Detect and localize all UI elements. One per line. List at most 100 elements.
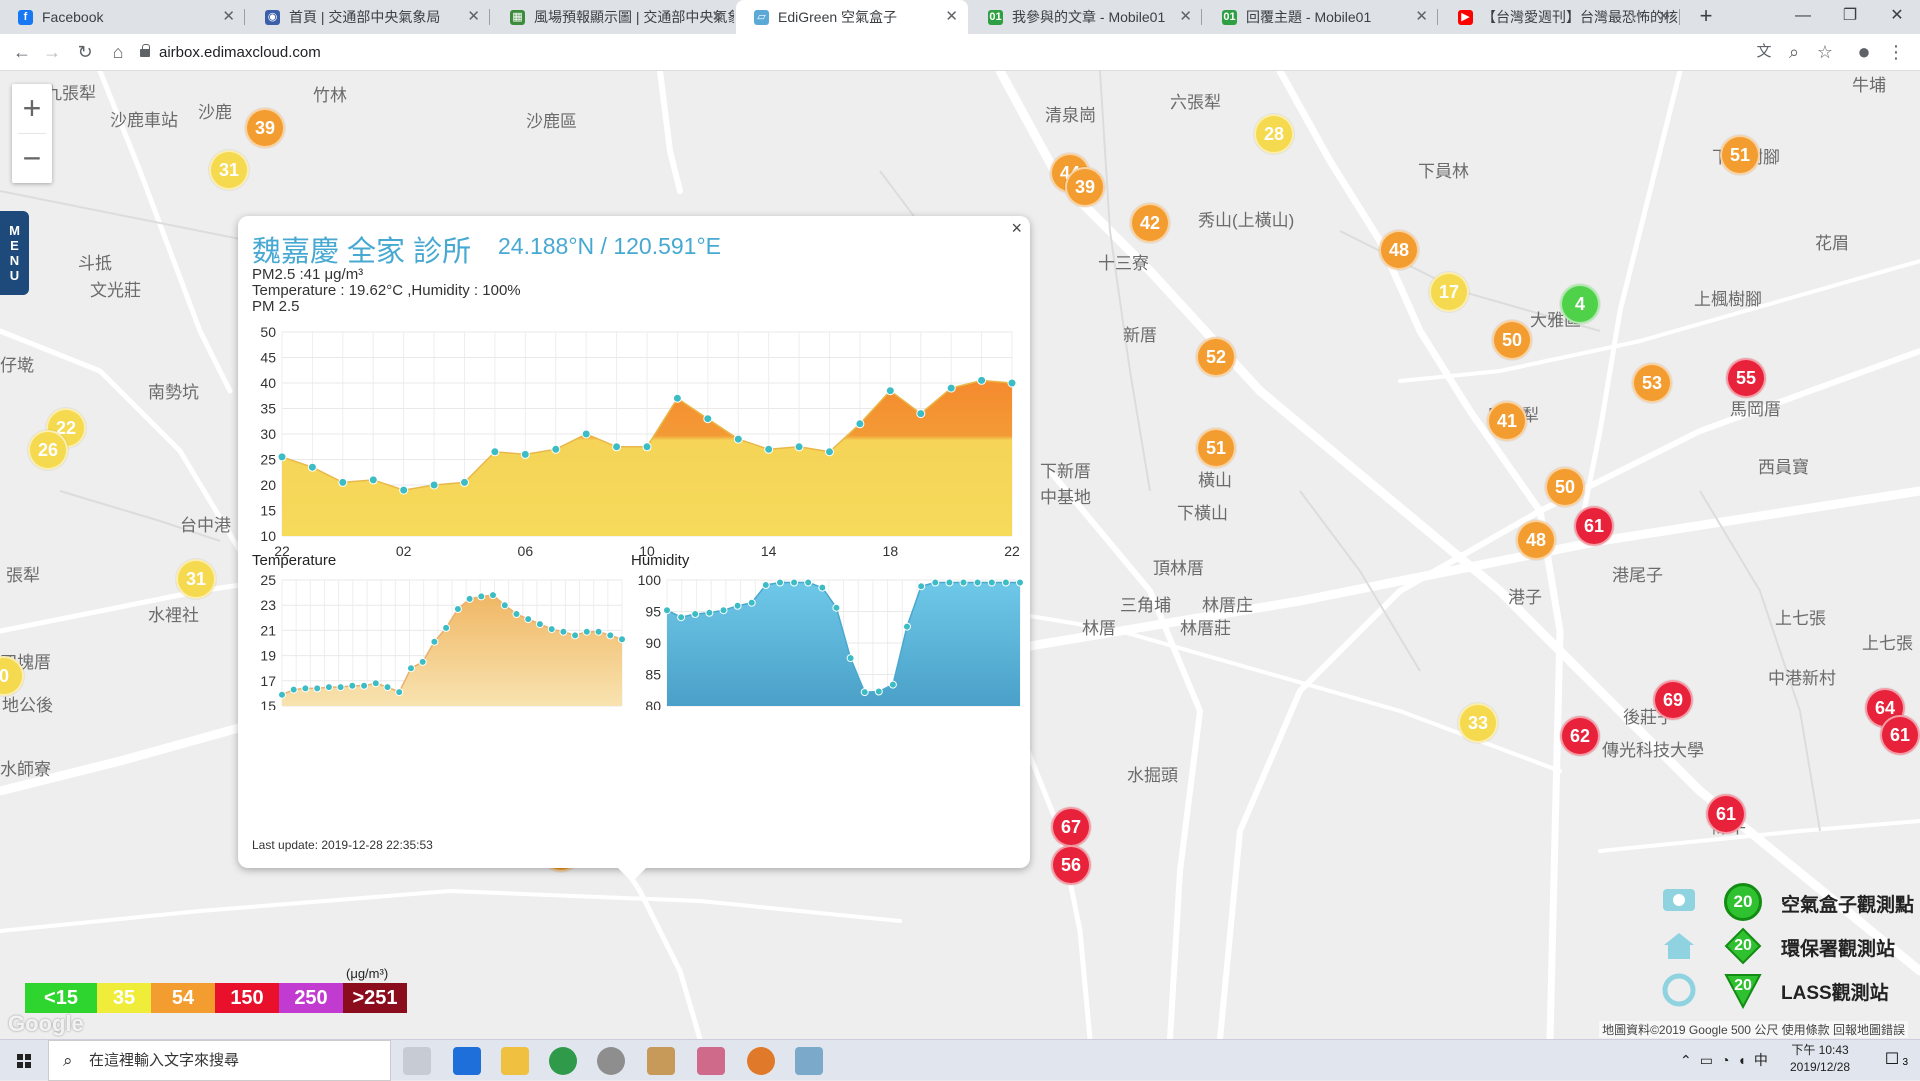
- close-tab-icon[interactable]: ✕: [1179, 0, 1192, 34]
- windows-start-icon[interactable]: [0, 1040, 48, 1081]
- data-point: [860, 688, 869, 697]
- map-attribution[interactable]: 地圖資料©2019 Google 500 公尺 使用條款 回報地圖錯誤: [1599, 1021, 1908, 1038]
- notification-center-icon[interactable]: ☐ 3: [1880, 1048, 1908, 1072]
- airbox-marker[interactable]: 39: [245, 108, 285, 148]
- pm25-reading: PM2.5 :41 μg/m³: [252, 266, 364, 283]
- airbox-station-icon: [1663, 889, 1695, 911]
- app-icon-2[interactable]: [647, 1047, 675, 1075]
- browser-tab[interactable]: 01 回覆主題 - Mobile01 ✕: [1204, 0, 1438, 34]
- place-label: 水裡社: [148, 606, 199, 625]
- close-tab-icon[interactable]: ✕: [467, 0, 480, 34]
- chrome-icon[interactable]: [549, 1047, 577, 1075]
- station-name: 魏嘉慶 全家 診所: [252, 236, 472, 268]
- aqi-legend-segment: <15: [25, 983, 97, 1013]
- airbox-marker[interactable]: 26: [28, 430, 68, 470]
- airbox-marker[interactable]: 41: [1487, 401, 1527, 441]
- edge-icon[interactable]: [453, 1047, 481, 1075]
- bookmark-star-icon[interactable]: ☆: [1813, 40, 1837, 64]
- data-point: [594, 627, 603, 636]
- data-point: [559, 627, 568, 636]
- new-tab-button[interactable]: +: [1692, 0, 1720, 34]
- url-text: airbox.edimaxcloud.com: [159, 44, 321, 61]
- zoom-out-button[interactable]: −: [12, 134, 52, 183]
- file-explorer-icon[interactable]: [501, 1047, 529, 1075]
- maximize-button[interactable]: ❐: [1827, 0, 1873, 34]
- home-icon[interactable]: ⌂: [106, 40, 130, 64]
- airbox-marker[interactable]: 48: [1516, 520, 1556, 560]
- airbox-marker[interactable]: 51: [1720, 135, 1760, 175]
- browser-tab[interactable]: ▶ 【台灣愛週刊】台灣最恐怖的核 ✕: [1440, 0, 1680, 34]
- zoom-icon[interactable]: ⌕: [1782, 40, 1806, 64]
- airbox-marker[interactable]: 52: [1196, 337, 1236, 377]
- place-label: 沙鹿: [198, 103, 232, 122]
- airbox-marker[interactable]: 61: [1706, 794, 1746, 834]
- browser-tab[interactable]: 01 我參與的文章 - Mobile01 ✕: [970, 0, 1202, 34]
- airbox-marker[interactable]: 17: [1429, 272, 1469, 312]
- address-bar[interactable]: airbox.edimaxcloud.com: [140, 38, 1750, 67]
- airbox-marker[interactable]: 62: [1560, 716, 1600, 756]
- airbox-marker[interactable]: 69: [1653, 680, 1693, 720]
- map-canvas[interactable]: 九張犁竹林沙鹿車站沙鹿沙鹿區清泉崗六張犁下員林牛埔下楓樹腳花眉秀山(上橫山)十三…: [0, 71, 1920, 1039]
- blender-icon[interactable]: [747, 1047, 775, 1075]
- close-tab-icon[interactable]: ✕: [945, 0, 958, 34]
- close-window-button[interactable]: ✕: [1874, 0, 1920, 34]
- close-tab-icon[interactable]: ✕: [1415, 0, 1428, 34]
- windows-taskbar: ⌕ 在這裡輸入文字來搜尋 ⌃▭◔◖中 下午 10:43 2019/12/28 ☐…: [0, 1039, 1920, 1081]
- app-icon-4[interactable]: [795, 1047, 823, 1075]
- browser-tab[interactable]: ▱ EdiGreen 空氣盒子 ✕: [736, 0, 968, 34]
- profile-icon[interactable]: ●: [1852, 40, 1876, 64]
- app-icon-1[interactable]: [597, 1047, 625, 1075]
- y-tick-label: 25: [260, 452, 276, 468]
- browser-tab[interactable]: ▦ 風場預報顯示圖 | 交通部中央氣象 ✕: [492, 0, 734, 34]
- data-point: [973, 578, 982, 587]
- back-icon[interactable]: ←: [10, 40, 34, 64]
- airbox-marker[interactable]: 50: [1492, 320, 1532, 360]
- place-label: 傳光科技大學: [1602, 741, 1704, 760]
- close-tab-icon[interactable]: ✕: [1657, 0, 1670, 34]
- place-label: 牛埔: [1852, 76, 1886, 95]
- taskbar-search-box[interactable]: ⌕ 在這裡輸入文字來搜尋: [48, 1040, 391, 1081]
- app-icon-3[interactable]: [697, 1047, 725, 1075]
- menu-tab-button[interactable]: MENU: [0, 211, 29, 295]
- close-tab-icon[interactable]: ✕: [222, 0, 235, 34]
- minimize-button[interactable]: —: [1780, 0, 1826, 34]
- airbox-marker[interactable]: 51: [1196, 428, 1236, 468]
- y-tick-label: 50: [260, 324, 276, 340]
- airbox-marker[interactable]: 53: [1632, 363, 1672, 403]
- airbox-marker[interactable]: 48: [1379, 230, 1419, 270]
- airbox-marker[interactable]: 39: [1065, 167, 1105, 207]
- browser-tab[interactable]: f Facebook ✕: [0, 0, 245, 34]
- airbox-marker[interactable]: 4: [1560, 284, 1600, 324]
- browser-tab[interactable]: ◉ 首頁 | 交通部中央氣象局 ✕: [247, 0, 490, 34]
- task-view-icon[interactable]: [403, 1047, 431, 1075]
- translate-icon[interactable]: 文: [1752, 40, 1776, 64]
- place-label: 中港新村: [1768, 669, 1836, 688]
- close-popup-button[interactable]: ×: [1011, 218, 1022, 239]
- place-label: 馬岡厝: [1730, 400, 1781, 419]
- reload-icon[interactable]: ↻: [73, 40, 97, 64]
- airbox-marker[interactable]: 50: [1545, 467, 1585, 507]
- airbox-marker[interactable]: 56: [1051, 845, 1091, 885]
- data-point: [1016, 578, 1024, 587]
- zoom-in-button[interactable]: +: [12, 84, 52, 133]
- data-point: [453, 605, 462, 613]
- system-tray-icons[interactable]: ⌃▭◔◖中: [1680, 1050, 1776, 1070]
- airbox-marker[interactable]: 55: [1726, 358, 1766, 398]
- tab-separator: [244, 9, 245, 25]
- close-tab-icon[interactable]: ✕: [711, 0, 724, 34]
- airbox-marker[interactable]: 28: [1254, 114, 1294, 154]
- airbox-marker[interactable]: 61: [1880, 715, 1920, 755]
- y-tick-label: 20: [260, 477, 276, 493]
- airbox-marker[interactable]: 31: [176, 559, 216, 599]
- data-point: [663, 606, 671, 615]
- browser-menu-icon[interactable]: ⋮: [1884, 40, 1908, 64]
- airbox-marker[interactable]: 42: [1130, 203, 1170, 243]
- airbox-marker[interactable]: 67: [1051, 807, 1091, 847]
- airbox-marker[interactable]: 33: [1458, 703, 1498, 743]
- airbox-marker[interactable]: 61: [1574, 506, 1614, 546]
- airbox-marker[interactable]: 31: [209, 150, 249, 190]
- taskbar-clock[interactable]: 下午 10:43 2019/12/28: [1790, 1042, 1850, 1076]
- temperature-chart: 15 17 19 21 23 25: [260, 572, 626, 710]
- forward-icon[interactable]: →: [40, 40, 64, 64]
- y-tick-label: 19: [260, 648, 276, 664]
